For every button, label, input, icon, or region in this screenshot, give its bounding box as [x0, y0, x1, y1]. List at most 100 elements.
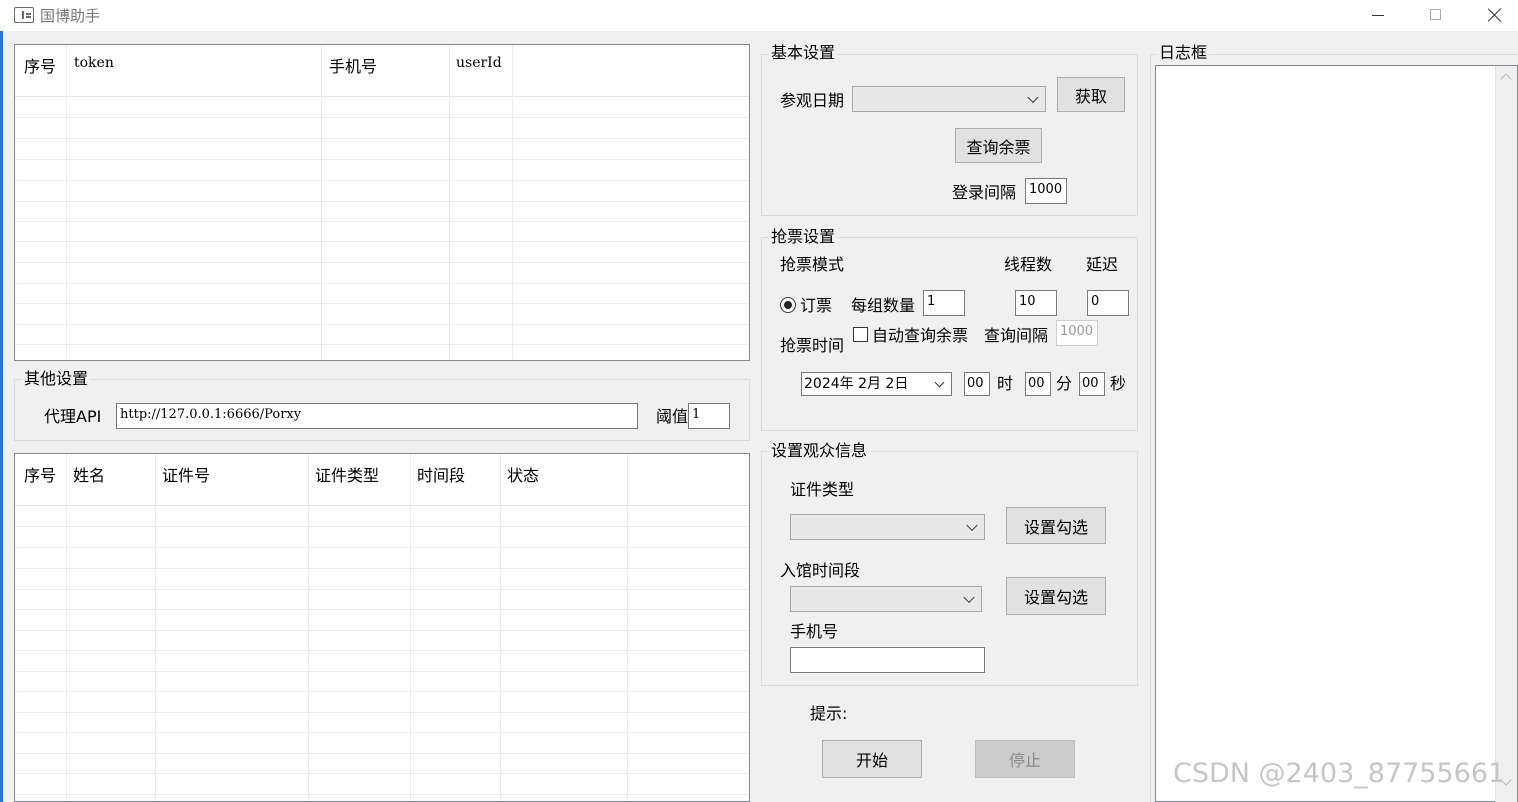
- grid-line: [15, 753, 749, 754]
- grid-line: [66, 454, 67, 801]
- minute-input[interactable]: 00: [1025, 372, 1051, 396]
- auto-query-checkbox[interactable]: [853, 327, 868, 342]
- second-input[interactable]: 00: [1079, 372, 1105, 396]
- column-header-id-number[interactable]: 证件号: [162, 462, 210, 486]
- column-header-time-slot[interactable]: 时间段: [417, 462, 465, 486]
- audience-table[interactable]: 序号 姓名 证件号 证件类型 时间段 状态: [14, 453, 750, 802]
- login-interval-label: 登录间隔: [952, 183, 1017, 202]
- grid-line: [512, 45, 513, 360]
- chevron-down-icon: [963, 591, 975, 604]
- phone-label: 手机号: [790, 622, 839, 641]
- grid-line: [15, 630, 749, 631]
- hint-label: 提示:: [810, 704, 848, 723]
- grid-line: [15, 794, 749, 795]
- column-header-index[interactable]: 序号: [24, 462, 56, 486]
- stop-button[interactable]: 停止: [975, 740, 1075, 778]
- grab-date-picker[interactable]: 2024年 2月 2日: [801, 372, 952, 396]
- chevron-down-icon: [1027, 91, 1039, 104]
- query-interval-input[interactable]: 1000: [1056, 320, 1098, 346]
- hour-input[interactable]: 00: [964, 372, 990, 396]
- column-header-userid[interactable]: userId: [456, 55, 502, 71]
- grid-line: [15, 180, 749, 181]
- fetch-button[interactable]: 获取: [1057, 77, 1125, 112]
- login-interval-input[interactable]: 1000: [1025, 178, 1067, 204]
- order-radio[interactable]: [780, 297, 796, 313]
- id-type-label: 证件类型: [790, 480, 855, 499]
- query-interval-label: 查询间隔: [984, 326, 1049, 345]
- set-id-type-check-button[interactable]: 设置勾选: [1006, 507, 1106, 544]
- title-bar: [0, 0, 1518, 31]
- grid-line: [15, 526, 749, 527]
- account-table[interactable]: 序号 token 手机号 userId: [14, 44, 750, 361]
- order-radio-label[interactable]: 订票: [800, 297, 832, 315]
- query-remaining-button[interactable]: 查询余票: [955, 128, 1042, 163]
- grid-line: [15, 117, 749, 118]
- grid-line: [410, 454, 411, 801]
- set-time-slot-check-button[interactable]: 设置勾选: [1006, 577, 1106, 615]
- log-title: 日志框: [1157, 43, 1210, 62]
- chevron-down-icon: [934, 377, 945, 388]
- grid-line: [15, 671, 749, 672]
- start-button[interactable]: 开始: [822, 740, 922, 778]
- group-count-label: 每组数量: [851, 296, 916, 315]
- grid-line: [15, 262, 749, 263]
- log-scrollbar[interactable]: [1495, 66, 1517, 802]
- threshold-input[interactable]: 1: [688, 403, 730, 429]
- watermark: CSDN @2403_87755661: [1173, 758, 1506, 789]
- basic-settings-title: 基本设置: [769, 43, 838, 62]
- grab-settings-title: 抢票设置: [769, 227, 838, 246]
- grid-line: [15, 609, 749, 610]
- close-button[interactable]: [1465, 0, 1518, 31]
- grid-line: [66, 45, 67, 360]
- account-table-header: 序号 token 手机号 userId: [15, 45, 749, 97]
- column-header-index[interactable]: 序号: [24, 53, 56, 77]
- proxy-api-input[interactable]: http://127.0.0.1:6666/Porxy: [116, 403, 638, 429]
- grid-line: [321, 45, 322, 360]
- window-edge: [0, 31, 3, 802]
- time-slot-select[interactable]: [790, 586, 982, 612]
- grid-line: [15, 159, 749, 160]
- group-count-input[interactable]: 1: [923, 290, 965, 316]
- grid-line: [15, 732, 749, 733]
- grid-line: [15, 283, 749, 284]
- threads-input[interactable]: 10: [1015, 290, 1057, 316]
- grid-line: [308, 454, 309, 801]
- hour-unit-label: 时: [997, 374, 1014, 393]
- grid-line: [15, 303, 749, 304]
- delay-input[interactable]: 0: [1087, 290, 1129, 316]
- grid-line: [15, 691, 749, 692]
- grid-line: [15, 221, 749, 222]
- proxy-api-label: 代理API: [44, 407, 102, 426]
- window-title: 国博助手: [40, 7, 101, 25]
- other-settings-title: 其他设置: [22, 369, 91, 388]
- grid-line: [15, 650, 749, 651]
- phone-input[interactable]: [790, 647, 985, 673]
- column-header-phone[interactable]: 手机号: [329, 53, 377, 77]
- column-header-name[interactable]: 姓名: [73, 462, 105, 486]
- column-header-token[interactable]: token: [74, 55, 114, 71]
- app-icon: [14, 7, 34, 23]
- threads-label: 线程数: [1004, 255, 1053, 274]
- minimize-button[interactable]: [1349, 0, 1407, 31]
- visit-date-label: 参观日期: [780, 91, 845, 110]
- grid-line: [15, 568, 749, 569]
- grid-line: [15, 324, 749, 325]
- grid-line: [15, 547, 749, 548]
- scroll-up-icon[interactable]: [1500, 72, 1510, 82]
- visit-date-select[interactable]: [852, 86, 1046, 112]
- second-unit-label: 秒: [1110, 374, 1127, 393]
- grab-date-value: 2024年 2月 2日: [804, 376, 909, 392]
- column-header-id-type[interactable]: 证件类型: [315, 462, 379, 486]
- delay-label: 延迟: [1086, 255, 1119, 274]
- auto-query-label[interactable]: 自动查询余票: [872, 327, 968, 345]
- grab-time-label: 抢票时间: [780, 336, 845, 355]
- maximize-button[interactable]: [1407, 0, 1465, 31]
- log-textarea[interactable]: [1155, 65, 1518, 802]
- threshold-label: 阈值: [656, 407, 689, 426]
- grid-line: [155, 454, 156, 801]
- column-header-status[interactable]: 状态: [507, 462, 539, 486]
- chevron-down-icon: [966, 519, 978, 532]
- id-type-select[interactable]: [790, 514, 985, 540]
- minute-unit-label: 分: [1056, 374, 1073, 393]
- time-slot-label: 入馆时间段: [780, 561, 861, 580]
